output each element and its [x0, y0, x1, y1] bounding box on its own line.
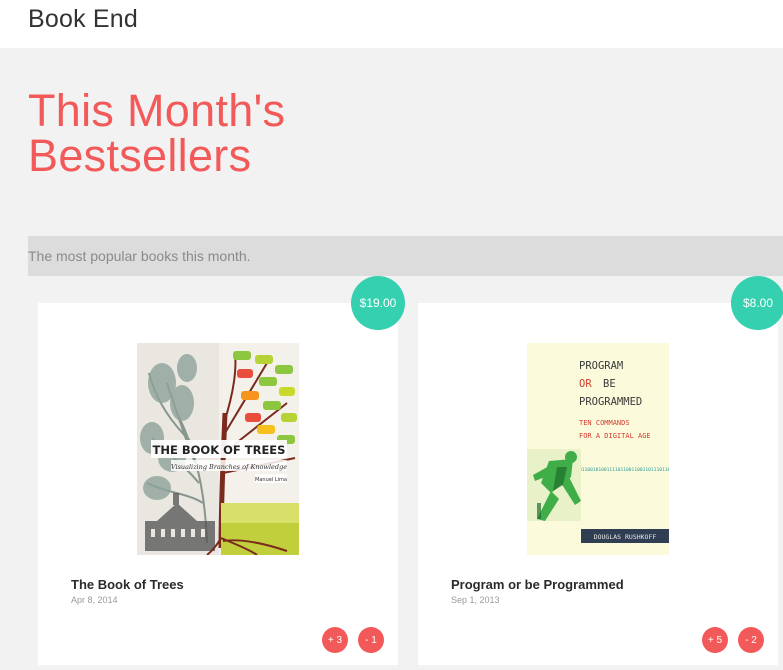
subtitle-band: The most popular books this month.	[28, 236, 783, 276]
book-card[interactable]: $19.00 THE BOOK OF TREES Visualizing Bra…	[38, 276, 405, 665]
cover-sub2: FOR A DIGITAL AGE	[579, 432, 651, 440]
book-date: Sep 1, 2013	[451, 595, 500, 605]
page-title-line2: Bestsellers	[28, 130, 252, 181]
page-title-line1: This Month's	[28, 85, 286, 136]
upvote-button[interactable]: + 5	[702, 627, 728, 653]
book-card[interactable]: $8.00 PROGRAM OR BE PROGRAMMED TEN COMMA…	[418, 276, 783, 665]
book-date: Apr 8, 2014	[71, 595, 118, 605]
cover-line3: PROGRAMMED	[579, 396, 642, 408]
price-badge[interactable]: $19.00	[351, 276, 405, 330]
book-cover-art: PROGRAM OR BE PROGRAMMED TEN COMMANDS FO…	[527, 343, 669, 555]
app-title[interactable]: Book End	[28, 5, 138, 34]
book-cover[interactable]: THE BOOK OF TREES Visualizing Branches o…	[137, 343, 299, 555]
upvote-button[interactable]: + 3	[322, 627, 348, 653]
cover-line2a: OR	[579, 378, 592, 390]
book-title[interactable]: Program or be Programmed	[451, 577, 624, 592]
book-title[interactable]: The Book of Trees	[71, 577, 184, 592]
book-cover-art: THE BOOK OF TREES Visualizing Branches o…	[137, 343, 299, 555]
page-subtitle: The most popular books this month.	[28, 248, 251, 264]
cover-binary: 0110010100111101100110011011101100	[579, 467, 669, 473]
cover-author: DOUGLAS RUSHKOFF	[594, 533, 657, 541]
cover-subtitle: Visualizing Branches of Knowledge	[171, 463, 287, 471]
downvote-button[interactable]: - 1	[358, 627, 384, 653]
price-badge[interactable]: $8.00	[731, 276, 783, 330]
cover-title: THE BOOK OF TREES	[153, 443, 286, 457]
page-title: This Month's Bestsellers	[28, 88, 285, 178]
book-cover[interactable]: PROGRAM OR BE PROGRAMMED TEN COMMANDS FO…	[527, 343, 669, 555]
top-bar: Book End	[0, 0, 783, 48]
cover-line2b: BE	[603, 378, 616, 390]
downvote-button[interactable]: - 2	[738, 627, 764, 653]
cover-sub1: TEN COMMANDS	[579, 419, 630, 427]
cover-author: Manuel Lima	[255, 477, 287, 483]
cover-line1: PROGRAM	[579, 360, 623, 372]
